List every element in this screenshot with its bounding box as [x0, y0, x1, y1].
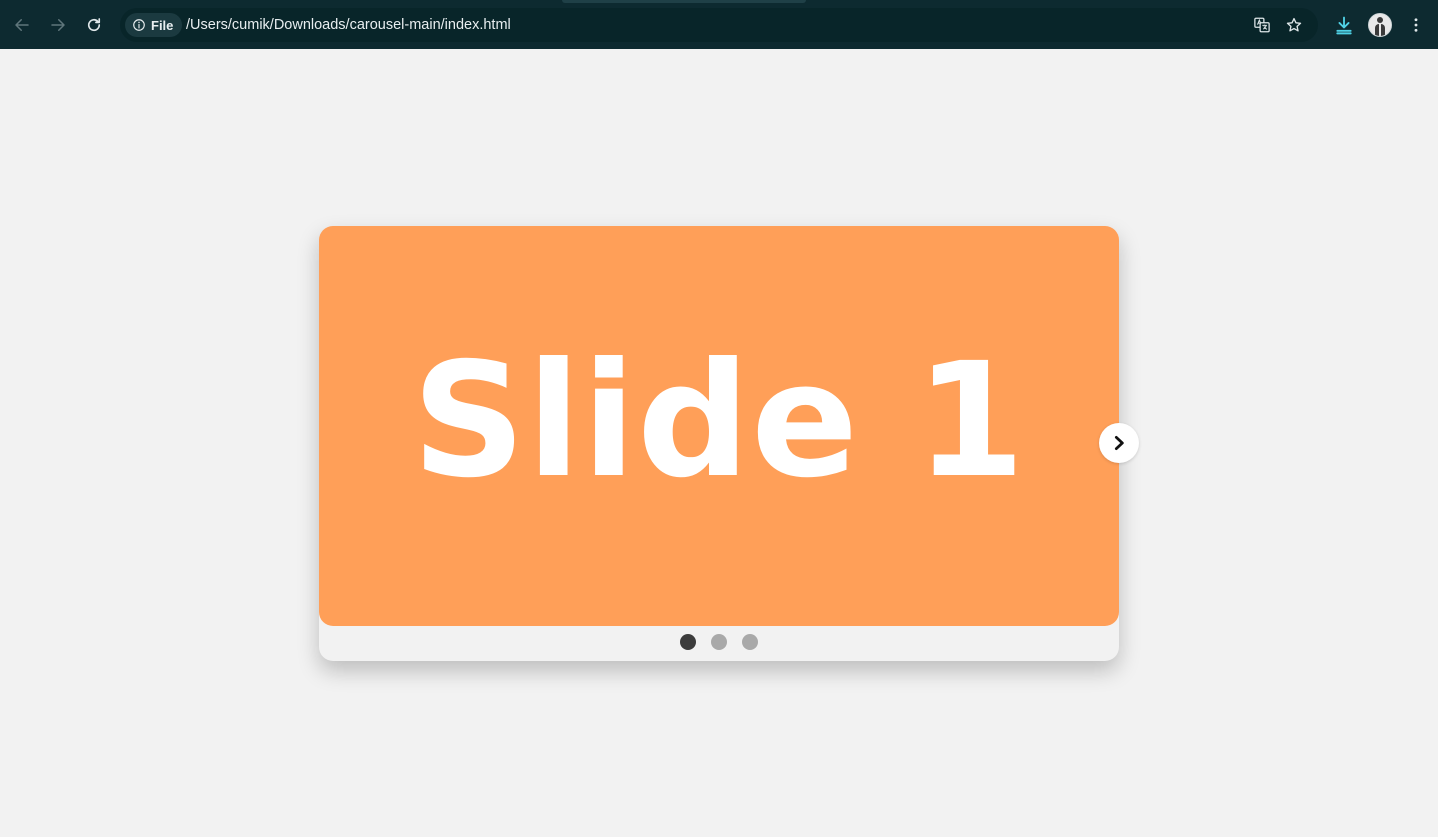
bookmark-button[interactable]: [1283, 14, 1305, 36]
site-info-chip[interactable]: File: [125, 13, 183, 37]
slide: Slide 1: [319, 226, 1119, 626]
address-bar[interactable]: File /Users/cumik/Downloads/carousel-mai…: [120, 8, 1318, 42]
avatar: [1368, 13, 1392, 37]
downloads-button[interactable]: [1331, 12, 1357, 38]
reload-icon: [87, 18, 101, 32]
slide-indicators: [319, 634, 1119, 652]
url-text[interactable]: /Users/cumik/Downloads/carousel-main/ind…: [186, 8, 511, 42]
slide-indicator-dot[interactable]: [711, 634, 727, 650]
slide-title: Slide 1: [411, 329, 1027, 513]
slide-indicator-dot[interactable]: [742, 634, 758, 650]
more-vert-icon: [1414, 18, 1418, 32]
active-tab-indicator: [562, 0, 806, 3]
arrow-left-icon: [15, 19, 29, 31]
profile-button[interactable]: [1367, 12, 1393, 38]
download-icon: [1336, 16, 1352, 35]
arrow-right-icon: [51, 19, 65, 31]
slide-indicator-dot[interactable]: [680, 634, 696, 650]
back-button[interactable]: [9, 12, 35, 38]
menu-button[interactable]: [1403, 12, 1429, 38]
info-icon: [133, 19, 145, 31]
translate-icon: [1254, 17, 1270, 33]
reload-button[interactable]: [81, 12, 107, 38]
site-info-label: File: [151, 17, 174, 33]
forward-button[interactable]: [45, 12, 71, 38]
carousel: Slide 1: [319, 226, 1139, 661]
star-icon: [1286, 17, 1302, 32]
next-slide-button[interactable]: [1099, 423, 1139, 463]
chevron-right-icon: [1114, 435, 1124, 451]
translate-button[interactable]: [1251, 14, 1273, 36]
browser-toolbar: File /Users/cumik/Downloads/carousel-mai…: [0, 0, 1438, 49]
